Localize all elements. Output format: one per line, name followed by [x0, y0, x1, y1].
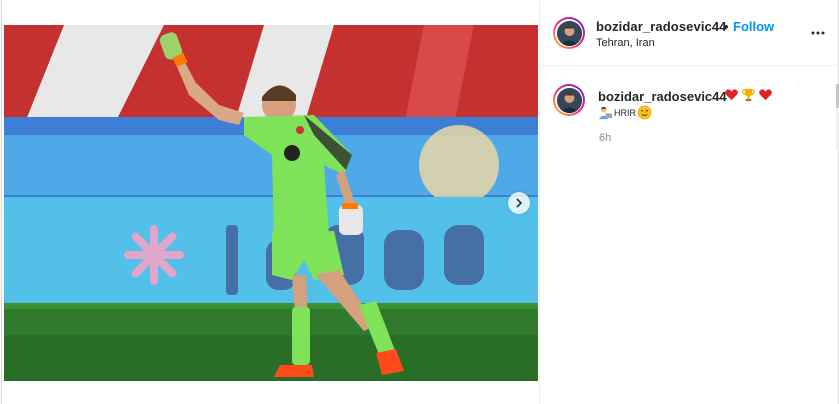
- winking-face-icon: [637, 105, 652, 120]
- avatar-frame: [555, 86, 583, 114]
- red-heart-icon: [725, 89, 738, 101]
- post-timestamp[interactable]: 6h: [599, 132, 611, 144]
- avatar-image: [556, 87, 582, 113]
- caption-username-link[interactable]: bozidar_radosevic44: [598, 89, 727, 104]
- page-background: bozidar_radosevic44 • Follow Tehran, Ira…: [0, 0, 839, 404]
- avatar-image: [556, 20, 582, 46]
- post-side-panel: bozidar_radosevic44 • Follow Tehran, Ira…: [539, 0, 839, 404]
- post-photo[interactable]: [4, 25, 538, 381]
- caption-author-avatar[interactable]: [553, 84, 585, 116]
- goalkeeper-photo: [4, 25, 538, 381]
- avatar-frame: [555, 19, 583, 47]
- next-photo-button[interactable]: [508, 192, 530, 214]
- author-username-link[interactable]: bozidar_radosevic44: [596, 19, 727, 34]
- follow-button[interactable]: Follow: [733, 19, 774, 34]
- header-separator: •: [724, 19, 729, 34]
- more-horizontal-icon[interactable]: [810, 25, 826, 41]
- red-heart-icon: [759, 89, 772, 101]
- caption-emojis: [724, 87, 773, 102]
- caption-text-line: HRIR: [598, 105, 652, 120]
- post-modal: bozidar_radosevic44 • Follow Tehran, Ira…: [1, 0, 839, 404]
- chevron-right-icon: [516, 198, 523, 208]
- person-with-laptop-icon: [598, 106, 613, 120]
- trophy-icon: [742, 88, 755, 102]
- location-link[interactable]: Tehran, Iran: [596, 37, 655, 49]
- profile-photo-icon: [556, 87, 582, 113]
- caption-text: HRIR: [614, 107, 636, 118]
- profile-photo-icon: [556, 20, 582, 46]
- post-header: bozidar_radosevic44 • Follow Tehran, Ira…: [540, 0, 839, 66]
- author-avatar[interactable]: [553, 17, 585, 49]
